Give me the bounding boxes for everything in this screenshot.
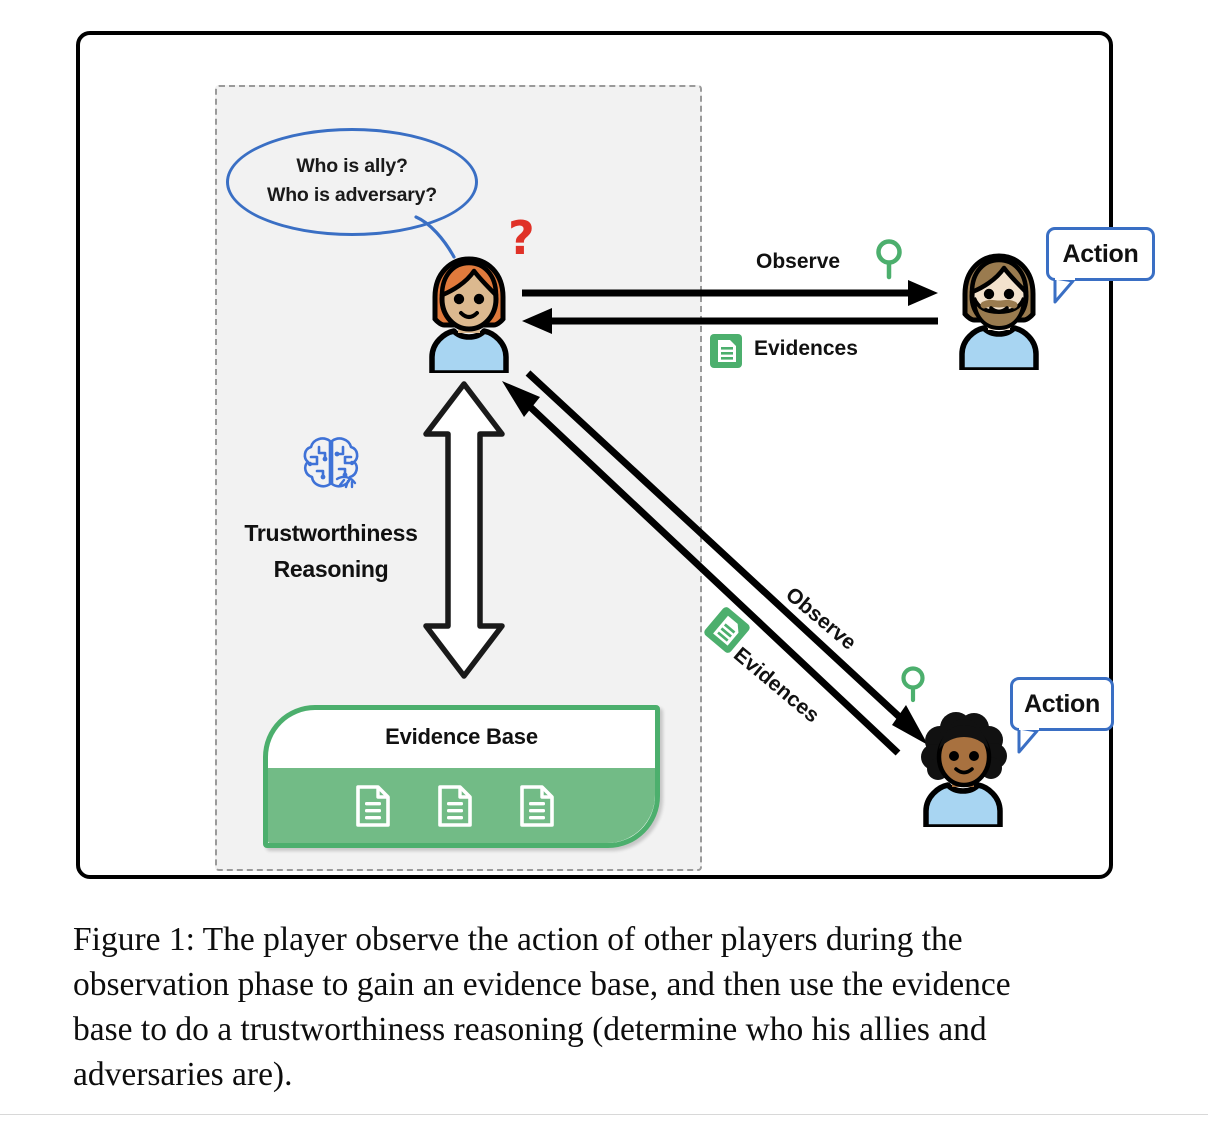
- reasoning-label-line-2: Reasoning: [273, 556, 389, 582]
- speech-bubble-tail-1-icon: [1053, 278, 1075, 304]
- speech-bubble-action-2: Action: [1010, 677, 1114, 731]
- avatar-bearded-player: [959, 253, 1039, 370]
- evidence-base-documents: [268, 768, 655, 843]
- speech-bubble-action-1: Action: [1046, 227, 1155, 281]
- page-bottom-rule: [0, 1114, 1208, 1115]
- thought-bubble-text: Who is ally? Who is adversary?: [226, 152, 478, 210]
- speech-bubble-tail-2-icon: [1017, 728, 1039, 754]
- thought-bubble-line-1: Who is ally?: [296, 155, 408, 177]
- action-label-1: Action: [1062, 239, 1139, 268]
- trustworthiness-reasoning-label: Trustworthiness Reasoning: [208, 515, 454, 587]
- magnifier-icon: [876, 239, 902, 280]
- brain-icon: [303, 437, 359, 489]
- avatar-curly-hair-player: [921, 712, 1007, 827]
- question-mark-icon: ?: [508, 211, 535, 265]
- magnifier-icon: [901, 666, 925, 703]
- action-label-2: Action: [1024, 689, 1100, 718]
- document-icon: [437, 784, 472, 827]
- thought-bubble-line-2: Who is adversary?: [267, 184, 437, 206]
- observe-label-top: Observe: [756, 250, 841, 273]
- evidence-base-card: Evidence Base: [263, 705, 660, 848]
- document-icon: [519, 784, 554, 827]
- document-icon: [355, 784, 390, 827]
- evidence-base-title: Evidence Base: [385, 724, 538, 749]
- reasoning-label-line-1: Trustworthiness: [244, 520, 418, 546]
- figure-caption: Figure 1: The player observe the action …: [73, 921, 1011, 1093]
- figure-page: Who is ally? Who is adversary? ? Observe…: [0, 0, 1208, 1130]
- figure-frame: Who is ally? Who is adversary? ? Observe…: [76, 31, 1155, 879]
